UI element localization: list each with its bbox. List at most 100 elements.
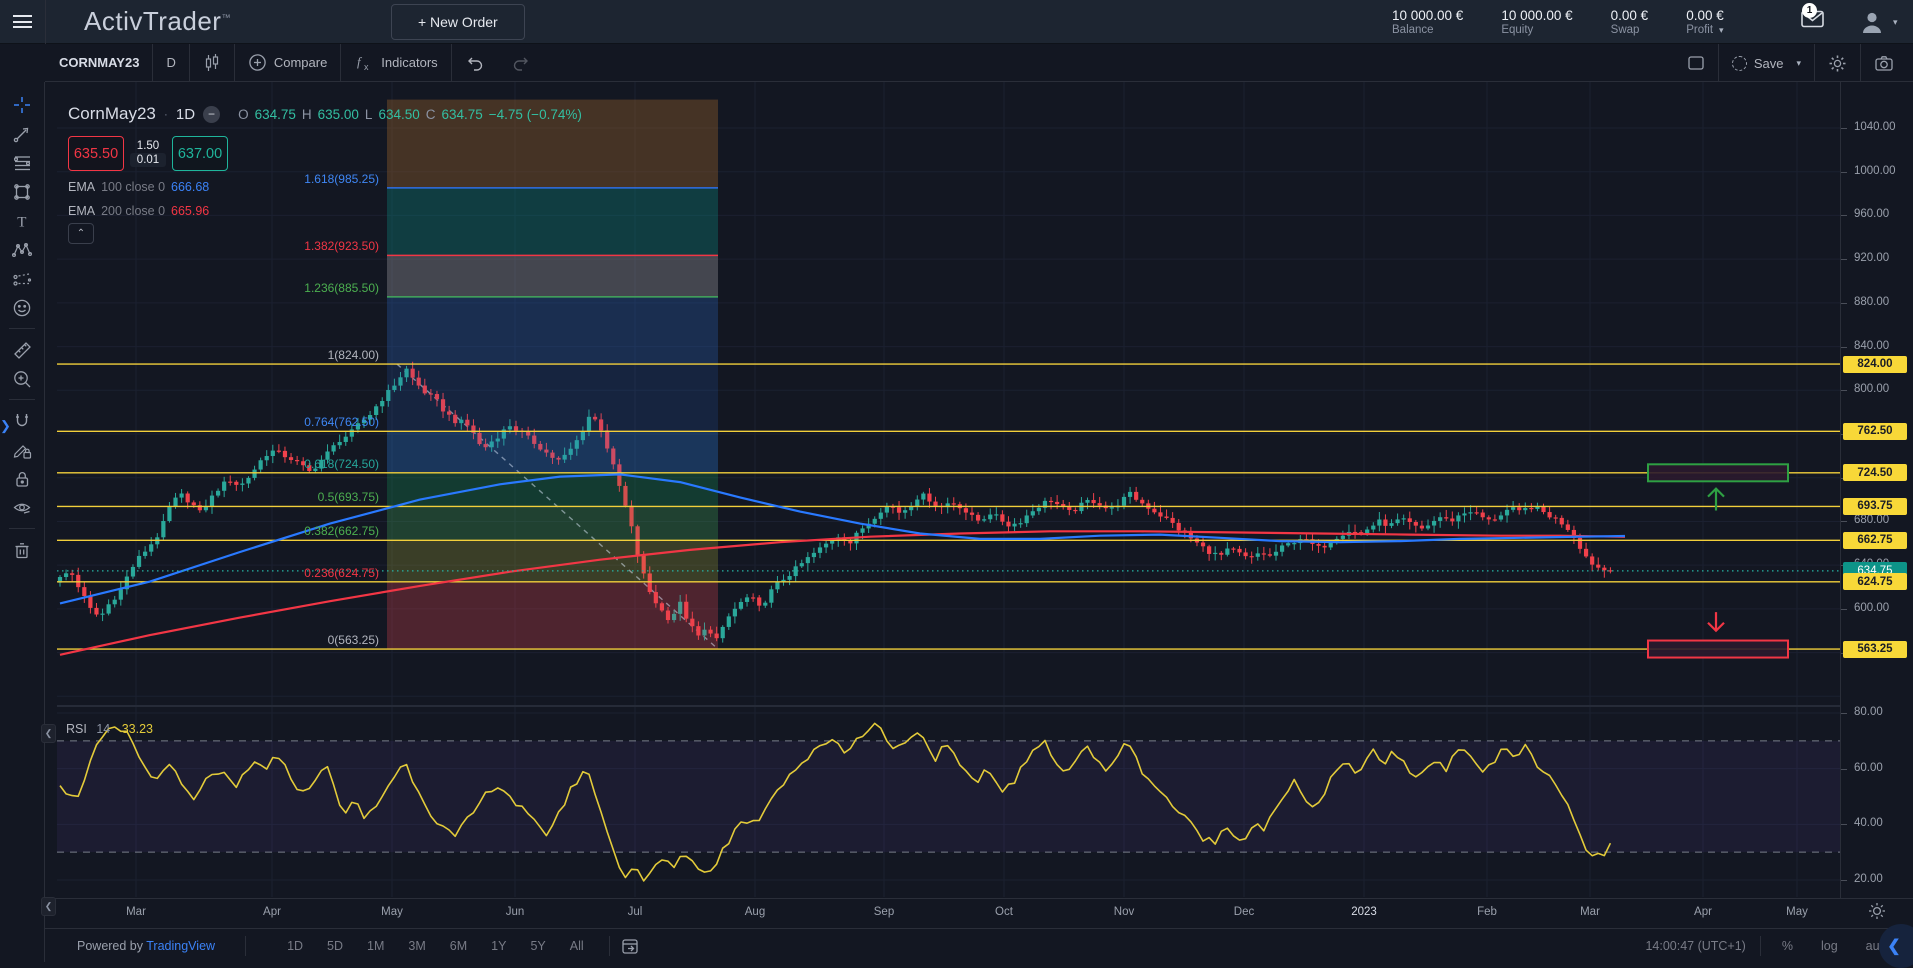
rsi-tick-label: 40.00 bbox=[1854, 817, 1883, 829]
axis-tick bbox=[1841, 128, 1847, 129]
month-label-Mar: Mar bbox=[1580, 906, 1600, 918]
save-layout-button[interactable]: Save ▾ bbox=[1719, 44, 1814, 82]
buy-button[interactable]: 637.00 bbox=[172, 136, 228, 171]
fib-label: 1(824.00) bbox=[328, 348, 379, 362]
legend-collapse-button[interactable]: ⌃ bbox=[68, 223, 94, 244]
indicator-row-ema200[interactable]: EMA200 close 0665.96 bbox=[68, 204, 209, 218]
crosshair-tool-button[interactable] bbox=[5, 90, 39, 119]
interval-button[interactable]: D bbox=[153, 44, 188, 82]
lock-all-tool-button[interactable] bbox=[5, 464, 39, 493]
indicator-value: 666.68 bbox=[171, 180, 209, 194]
remove-drawings-tool-button[interactable] bbox=[5, 535, 39, 564]
indicator-name: EMA bbox=[68, 180, 95, 194]
drawing-lock-tool-button[interactable] bbox=[5, 435, 39, 464]
price-axis[interactable]: 1040.001000.00960.00920.00880.00840.0080… bbox=[1840, 82, 1913, 898]
price-tick-label: 600.00 bbox=[1854, 602, 1889, 614]
range-button-1Y[interactable]: 1Y bbox=[484, 936, 513, 956]
indicator-name: EMA bbox=[68, 204, 95, 218]
hamburger-icon bbox=[13, 15, 32, 28]
bottom-bar: Powered by TradingView 1D5D1M3M6M1Y5YAll… bbox=[45, 928, 1913, 962]
axis-tick bbox=[1841, 390, 1847, 391]
text-tool-button[interactable]: T bbox=[5, 206, 39, 235]
server-clock[interactable]: 14:00:47 (UTC+1) bbox=[1645, 939, 1745, 953]
fib-retracement-tool-button[interactable] bbox=[5, 148, 39, 177]
layout-panel-button[interactable] bbox=[1674, 44, 1718, 82]
date-range-buttons: 1D 5D 1M 3M 6M 1Y 5Y All bbox=[280, 936, 591, 956]
chart-settings-button[interactable] bbox=[1815, 44, 1860, 82]
legend-hide-button[interactable]: − bbox=[203, 106, 220, 123]
date-axis-settings-icon[interactable] bbox=[1867, 901, 1887, 921]
sell-button[interactable]: 635.50 bbox=[68, 136, 124, 171]
metric-label: Equity bbox=[1501, 24, 1572, 36]
metric-balance: 10 000.00 €Balance bbox=[1392, 8, 1463, 36]
metric-profit: 0.00 €Profit▾ bbox=[1686, 8, 1724, 36]
rsi-tick-label: 60.00 bbox=[1854, 762, 1883, 774]
tradingview-link[interactable]: TradingView bbox=[146, 939, 215, 953]
range-button-5Y[interactable]: 5Y bbox=[523, 936, 552, 956]
month-label-May: May bbox=[381, 906, 403, 918]
chart-toolbar: CORNMAY23 D Compare f x Indicators bbox=[45, 44, 1913, 82]
hamburger-menu-button[interactable] bbox=[0, 0, 46, 44]
hide-drawings-tool-button[interactable] bbox=[5, 493, 39, 522]
range-button-1M[interactable]: 1M bbox=[360, 936, 391, 956]
price-tick-label: 1000.00 bbox=[1854, 165, 1896, 177]
left-panel-expand-chevron[interactable]: ❯ bbox=[0, 418, 11, 434]
indicator-params: 100 close 0 bbox=[101, 180, 165, 194]
axis-tick bbox=[1841, 215, 1847, 216]
price-badge-662.75: 662.75 bbox=[1843, 532, 1907, 549]
axis-tick bbox=[1841, 172, 1847, 173]
chevron-down-icon: ▾ bbox=[1893, 17, 1898, 28]
range-button-5D[interactable]: 5D bbox=[320, 936, 350, 956]
candlestick-style-icon bbox=[203, 53, 221, 73]
log-scale-button[interactable]: log bbox=[1814, 936, 1845, 956]
symbol-search-button[interactable]: CORNMAY23 bbox=[45, 44, 152, 82]
date-axis[interactable]: MarAprMayJunJulAugSepOctNovDec2023FebMar… bbox=[45, 898, 1913, 928]
fib-label: 1.618(985.25) bbox=[304, 172, 379, 186]
percent-scale-button[interactable]: % bbox=[1775, 936, 1800, 956]
horizontal-price-lines bbox=[57, 364, 1840, 649]
axis-tick bbox=[1841, 347, 1847, 348]
screenshot-button[interactable] bbox=[1861, 44, 1907, 82]
new-order-button[interactable]: + New Order bbox=[391, 4, 525, 40]
zoom-in-tool-button[interactable] bbox=[5, 364, 39, 393]
shapes-icon bbox=[11, 181, 33, 203]
forecast-tool-button[interactable] bbox=[5, 264, 39, 293]
zoom-in-icon bbox=[11, 368, 33, 390]
svg-text:x: x bbox=[364, 62, 369, 72]
range-button-6M[interactable]: 6M bbox=[443, 936, 474, 956]
xabcd-pattern-tool-button[interactable] bbox=[5, 235, 39, 264]
metric-value: 0.00 € bbox=[1686, 8, 1724, 23]
mail-button[interactable]: 1 bbox=[1800, 8, 1834, 38]
shapes-tool-button[interactable] bbox=[5, 177, 39, 206]
indicator-row-ema100[interactable]: EMA 100 close 0 666.68 bbox=[68, 180, 209, 194]
price-badge-824.00: 824.00 bbox=[1843, 356, 1907, 373]
remove-drawings-icon bbox=[11, 539, 33, 561]
range-button-All[interactable]: All bbox=[563, 936, 591, 956]
indicators-label: Indicators bbox=[381, 55, 437, 70]
compare-button[interactable]: Compare bbox=[235, 44, 340, 82]
indicators-button[interactable]: f x Indicators bbox=[341, 44, 450, 82]
rsi-tick-label: 20.00 bbox=[1854, 873, 1883, 885]
price-tick-label: 680.00 bbox=[1854, 514, 1889, 526]
chevron-down-icon[interactable]: ▾ bbox=[1719, 25, 1724, 36]
chart-style-button[interactable] bbox=[190, 44, 234, 82]
ruler-tool-button[interactable] bbox=[5, 335, 39, 364]
price-tick-label: 800.00 bbox=[1854, 383, 1889, 395]
ruler-icon bbox=[11, 339, 33, 361]
trend-line-tool-button[interactable] bbox=[5, 119, 39, 148]
range-button-3M[interactable]: 3M bbox=[401, 936, 432, 956]
axis-tick bbox=[1841, 303, 1847, 304]
go-to-date-button[interactable] bbox=[610, 927, 650, 965]
legend-symbol[interactable]: CornMay23 bbox=[68, 104, 156, 124]
account-menu-button[interactable]: ▾ bbox=[1857, 7, 1903, 37]
price-tick-label: 920.00 bbox=[1854, 252, 1889, 264]
take-profit-box bbox=[1648, 464, 1788, 481]
rsi-pane-collapse-handle[interactable]: ❮ bbox=[41, 724, 56, 743]
emoji-tool-button[interactable] bbox=[5, 293, 39, 322]
redo-button[interactable] bbox=[498, 44, 544, 82]
date-axis-collapse-handle[interactable]: ❮ bbox=[41, 897, 56, 916]
range-button-1D[interactable]: 1D bbox=[280, 936, 310, 956]
fib-label: 0.5(693.75) bbox=[318, 490, 379, 504]
fib-label: 0.236(624.75) bbox=[304, 566, 379, 580]
undo-button[interactable] bbox=[452, 44, 498, 82]
